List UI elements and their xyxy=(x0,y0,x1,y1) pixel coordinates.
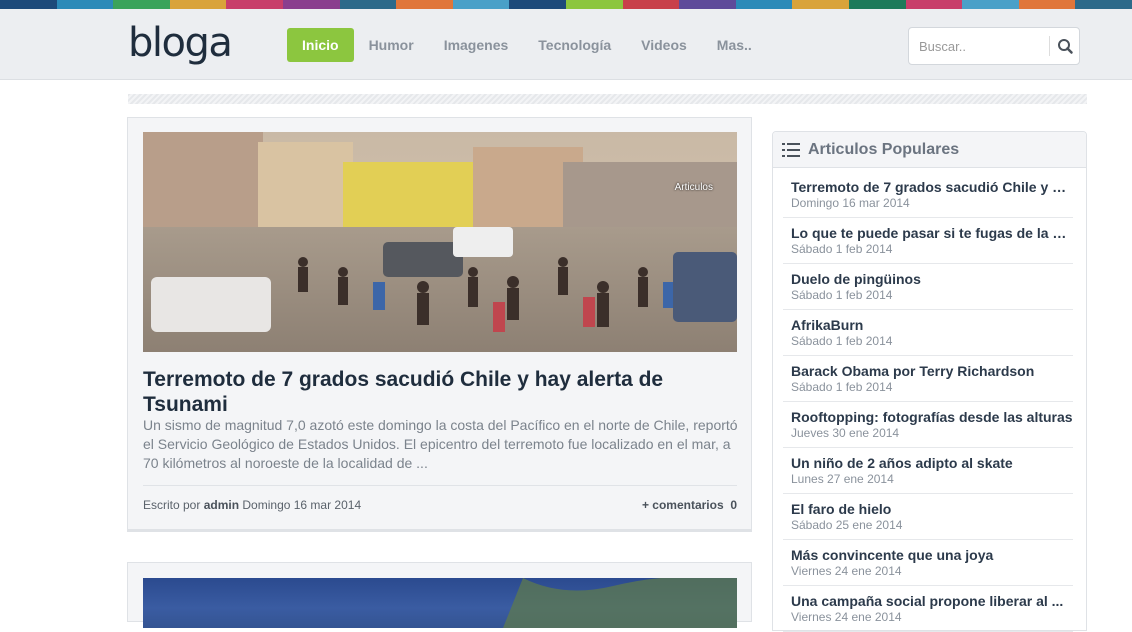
popular-list: Terremoto de 7 grados sacudió Chile y ha… xyxy=(783,172,1073,632)
decorative-stripe xyxy=(128,94,1087,104)
search-divider xyxy=(1049,36,1050,56)
list-item: Un niño de 2 años adipto al skate Lunes 2… xyxy=(783,448,1073,494)
second-post xyxy=(127,562,752,628)
search-box xyxy=(908,27,1080,65)
color-segment xyxy=(1075,0,1132,9)
article-link[interactable]: Un niño de 2 años adipto al skate xyxy=(791,454,1073,472)
list-item: El faro de hielo Sábado 25 ene 2014 xyxy=(783,494,1073,540)
article-date: Viernes 24 ene 2014 xyxy=(791,564,902,578)
article-link[interactable]: AfrikaBurn xyxy=(791,316,1073,334)
article-link[interactable]: El faro de hielo xyxy=(791,500,1073,518)
nav-item-tecnologia[interactable]: Tecnología xyxy=(523,28,626,62)
article-date: Sábado 1 feb 2014 xyxy=(791,380,893,394)
post-image-2[interactable] xyxy=(143,578,737,628)
article-date: Sábado 1 feb 2014 xyxy=(791,334,893,348)
nav-item-mas[interactable]: Mas.. xyxy=(702,28,767,62)
post-date: Domingo 16 mar 2014 xyxy=(242,498,362,512)
color-segment xyxy=(452,0,510,9)
article-link[interactable]: Barack Obama por Terry Richardson xyxy=(791,362,1073,380)
article-date: Jueves 30 ene 2014 xyxy=(791,426,900,440)
list-item: Duelo de pingüinos Sábado 1 feb 2014 xyxy=(783,264,1073,310)
article-date: Sábado 1 feb 2014 xyxy=(791,288,893,302)
article-date: Sábado 25 ene 2014 xyxy=(791,518,903,532)
article-link[interactable]: Terremoto de 7 grados sacudió Chile y ha… xyxy=(791,178,1073,196)
popular-articles-header: Articulos Populares xyxy=(773,132,1086,168)
color-segment xyxy=(905,0,963,9)
list-item: Una campaña social propone liberar al ..… xyxy=(783,586,1073,632)
color-segment xyxy=(282,0,340,9)
color-segment xyxy=(962,0,1019,9)
post-meta: Escrito por admin Domingo 16 mar 2014 + … xyxy=(143,485,737,512)
color-segment xyxy=(339,0,397,9)
site-logo[interactable]: bloga xyxy=(128,21,233,65)
color-segment xyxy=(848,0,906,9)
color-segment xyxy=(0,0,57,9)
list-item: Rooftopping: fotografías desde las altur… xyxy=(783,402,1073,448)
color-segment xyxy=(509,0,566,9)
meta-prefix: Escrito por xyxy=(143,498,201,512)
color-segment xyxy=(735,0,793,9)
article-link[interactable]: Rooftopping: fotografías desde las altur… xyxy=(791,408,1073,426)
color-segment xyxy=(226,0,283,9)
featured-post: Articulos Terremoto de 7 grados sacudió … xyxy=(127,117,752,532)
list-item: Barack Obama por Terry Richardson Sábado … xyxy=(783,356,1073,402)
color-segment xyxy=(792,0,849,9)
article-date: Viernes 24 ene 2014 xyxy=(791,610,902,624)
panel-title: Articulos Populares xyxy=(808,141,960,158)
list-item: Lo que te puede pasar si te fugas de la … xyxy=(783,218,1073,264)
top-color-bar xyxy=(0,0,1132,9)
article-link[interactable]: Lo que te puede pasar si te fugas de la … xyxy=(791,224,1073,242)
list-item: Más convincente que una joya Viernes 24 e… xyxy=(783,540,1073,586)
article-link[interactable]: Duelo de pingüinos xyxy=(791,270,1073,288)
image-watermark: Articulos xyxy=(674,182,713,193)
post-title[interactable]: Terremoto de 7 grados sacudió Chile y ha… xyxy=(143,367,737,417)
color-segment xyxy=(679,0,736,9)
color-segment xyxy=(396,0,453,9)
color-segment xyxy=(169,0,227,9)
list-item: Terremoto de 7 grados sacudió Chile y ha… xyxy=(783,172,1073,218)
nav-item-videos[interactable]: Videos xyxy=(626,28,702,62)
comments-count: 0 xyxy=(730,498,737,512)
site-header: bloga Inicio Humor Imagenes Tecnología V… xyxy=(0,9,1132,80)
color-segment xyxy=(622,0,680,9)
article-date: Sábado 1 feb 2014 xyxy=(791,242,893,256)
nav-item-inicio[interactable]: Inicio xyxy=(287,28,354,62)
main-nav: Inicio Humor Imagenes Tecnología Videos … xyxy=(287,28,767,62)
popular-articles-panel: Articulos Populares Terremoto de 7 grado… xyxy=(772,131,1087,632)
post-excerpt: Un sismo de magnitud 7,0 azotó este domi… xyxy=(143,417,738,471)
color-segment xyxy=(565,0,623,9)
post-author[interactable]: admin xyxy=(204,498,239,512)
post-image[interactable]: Articulos xyxy=(143,132,737,352)
color-segment xyxy=(1018,0,1076,9)
nav-item-humor[interactable]: Humor xyxy=(354,28,429,62)
article-link[interactable]: Una campaña social propone liberar al ..… xyxy=(791,592,1073,610)
list-item: AfrikaBurn Sábado 1 feb 2014 xyxy=(783,310,1073,356)
article-date: Lunes 27 ene 2014 xyxy=(791,472,894,486)
article-date: Domingo 16 mar 2014 xyxy=(791,196,910,210)
search-icon[interactable] xyxy=(1053,34,1077,58)
nav-item-imagenes[interactable]: Imagenes xyxy=(429,28,524,62)
list-icon xyxy=(782,142,800,163)
comments-link[interactable]: + comentarios 0 xyxy=(642,498,737,512)
color-segment xyxy=(113,0,170,9)
article-link[interactable]: Más convincente que una joya xyxy=(791,546,1073,564)
search-input[interactable] xyxy=(909,28,1049,64)
color-segment xyxy=(56,0,114,9)
